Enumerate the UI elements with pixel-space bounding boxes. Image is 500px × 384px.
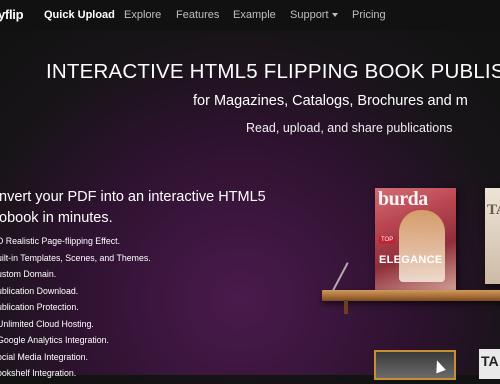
- magazine-badge: TOP: [379, 236, 396, 244]
- nav-support[interactable]: Support: [290, 9, 338, 21]
- feature-item: Google Analytics Integration.: [0, 335, 109, 345]
- nav-features[interactable]: Features: [176, 9, 219, 21]
- top-navbar: yflip Quick Upload Explore Features Exam…: [0, 0, 500, 30]
- nav-explore[interactable]: Explore: [124, 9, 161, 21]
- feature-item: ustom Domain.: [0, 269, 57, 279]
- feature-item: ublication Download.: [0, 285, 79, 296]
- intro-text: nvert your PDF into an interactive HTML5…: [0, 187, 289, 229]
- intro-line-2: obook in minutes.: [0, 210, 113, 226]
- hero-title: INTERACTIVE HTML5 FLIPPING BOOK PUBLIS: [46, 60, 500, 83]
- chevron-down-icon: [331, 13, 338, 18]
- site-logo[interactable]: yflip: [0, 7, 24, 22]
- feature-item: ookshelf Integration.: [0, 368, 77, 378]
- nav-example[interactable]: Example: [233, 9, 276, 21]
- feature-item: D Realistic Page-flipping Effect.: [0, 236, 121, 246]
- feature-item: Unlimited Cloud Hosting.: [0, 318, 94, 329]
- magazine-cover[interactable]: burda TOP ELEGANCE: [375, 188, 456, 294]
- feature-item: ublication Protection.: [0, 302, 79, 312]
- nav-quick-upload[interactable]: Quick Upload: [44, 9, 115, 21]
- hero-subtitle: for Magazines, Catalogs, Brochures and m: [193, 93, 468, 109]
- feature-list: D Realistic Page-flipping Effect. uilt-i…: [0, 235, 151, 384]
- feature-item: ocial Media Integration.: [0, 351, 88, 362]
- intro-line-1: nvert your PDF into an interactive HTML5: [0, 189, 266, 205]
- nav-pricing[interactable]: Pricing: [352, 9, 386, 21]
- feature-item: uilt-in Templates, Scenes, and Themes.: [0, 252, 151, 263]
- magazine-title: burda: [378, 188, 428, 210]
- nav-support-label: Support: [290, 9, 329, 21]
- magazine-cover-2[interactable]: TA: [485, 188, 500, 284]
- cover-model-image: [399, 210, 445, 282]
- magazine-4-title: TA: [481, 353, 499, 369]
- shelf-bracket: [344, 300, 348, 314]
- magazine-2-title: TA: [487, 202, 500, 218]
- hero-tagline: Read, upload, and share publications: [246, 121, 453, 135]
- magazine-headline: ELEGANCE: [379, 254, 443, 266]
- bookshelf-board: [322, 290, 500, 301]
